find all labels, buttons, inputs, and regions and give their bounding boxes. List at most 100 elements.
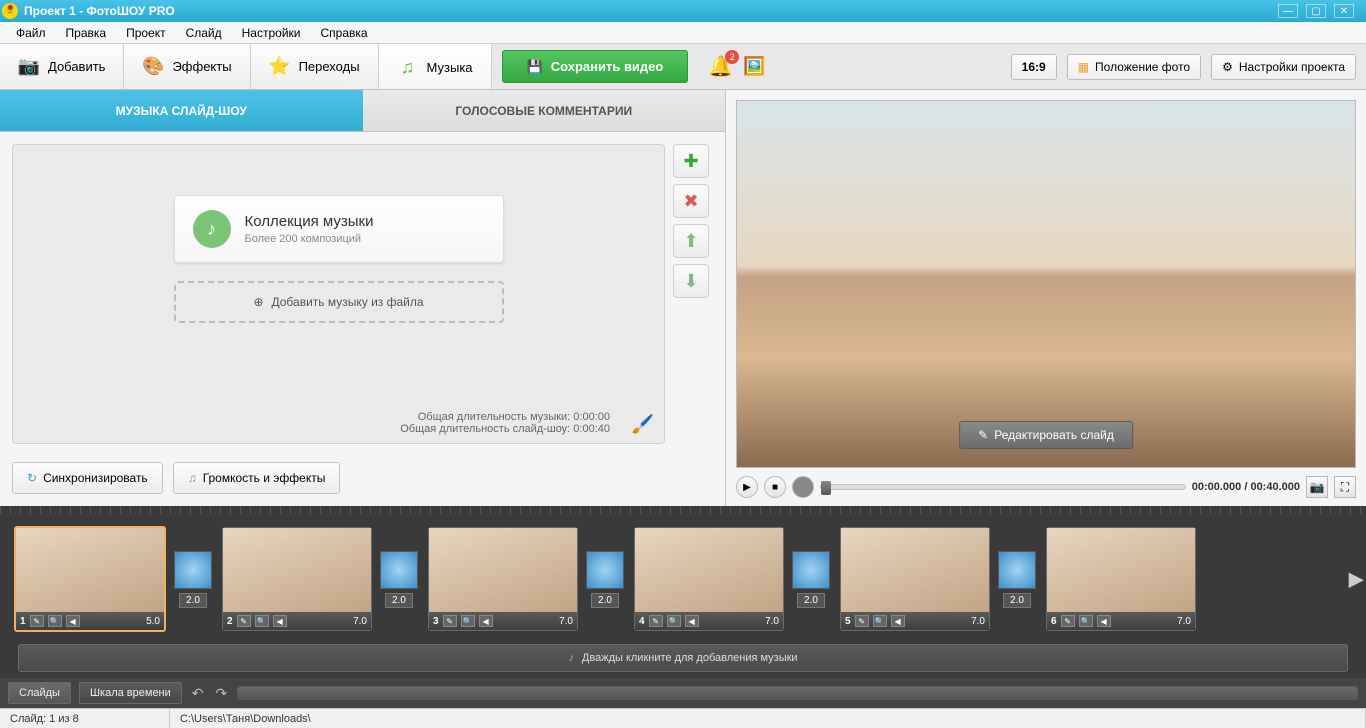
project-settings-button[interactable]: ⚙ Настройки проекта: [1211, 54, 1356, 80]
transition-duration: 2.0: [797, 593, 825, 608]
slide-thumb[interactable]: 5 ✎ 🔍 ◀ 7.0: [840, 527, 990, 631]
save-icon: 💾: [527, 59, 543, 75]
show-duration-value: 0:00:40: [573, 423, 610, 435]
slide-edit-icon[interactable]: ✎: [649, 615, 663, 627]
save-video-button[interactable]: 💾 Сохранить видео: [502, 50, 689, 83]
aspect-ratio-button[interactable]: 16:9: [1011, 54, 1057, 80]
play-button[interactable]: ▶: [736, 476, 758, 498]
view-timescale-button[interactable]: Шкала времени: [79, 682, 182, 704]
maximize-button[interactable]: ▢: [1306, 4, 1326, 18]
slide-sound-icon[interactable]: ◀: [891, 615, 905, 627]
slide-number: 5: [845, 616, 851, 627]
slide-sound-icon[interactable]: ◀: [1097, 615, 1111, 627]
slide-edit-icon[interactable]: ✎: [30, 615, 44, 627]
tab-music[interactable]: ♫ Музыка: [379, 44, 492, 89]
slide-edit-icon[interactable]: ✎: [1061, 615, 1075, 627]
collection-subtitle: Более 200 композиций: [245, 233, 374, 245]
slide-zoom-icon[interactable]: 🔍: [48, 615, 62, 627]
add-music-from-file-button[interactable]: ⊕ Добавить музыку из файла: [174, 281, 504, 323]
menu-help[interactable]: Справка: [312, 24, 375, 42]
slide-item: 5 ✎ 🔍 ◀ 7.0 2.0: [840, 527, 1036, 631]
remove-track-button[interactable]: ✖: [673, 184, 709, 218]
volume-icon: ♫: [188, 471, 197, 485]
transition-thumb[interactable]: 2.0: [998, 551, 1036, 608]
undo-button[interactable]: ↶: [190, 685, 206, 702]
volume-effects-button[interactable]: ♫Громкость и эффекты: [173, 462, 341, 494]
view-slides-label: Слайды: [19, 687, 60, 699]
transition-thumb[interactable]: 2.0: [174, 551, 212, 608]
menu-project[interactable]: Проект: [118, 24, 174, 42]
tab-music-label: Музыка: [427, 60, 473, 75]
move-track-up-button[interactable]: ⬆: [673, 224, 709, 258]
sync-button[interactable]: ↻Синхронизировать: [12, 462, 163, 494]
slide-thumb[interactable]: 3 ✎ 🔍 ◀ 7.0: [428, 527, 578, 631]
slide-zoom-icon[interactable]: 🔍: [1079, 615, 1093, 627]
redo-button[interactable]: ↷: [214, 685, 230, 702]
slide-edit-icon[interactable]: ✎: [443, 615, 457, 627]
slide-image: [429, 528, 577, 612]
position-icon: ▦: [1078, 60, 1089, 74]
edit-slide-button[interactable]: ✎ Редактировать слайд: [959, 421, 1133, 449]
subtab-voice-label: ГОЛОСОВЫЕ КОММЕНТАРИИ: [455, 104, 632, 118]
plus-icon: ⊕: [253, 295, 263, 309]
slide-sound-icon[interactable]: ◀: [66, 615, 80, 627]
slide-sound-icon[interactable]: ◀: [479, 615, 493, 627]
subtab-voice-comments[interactable]: ГОЛОСОВЫЕ КОММЕНТАРИИ: [363, 90, 726, 132]
transition-thumb[interactable]: 2.0: [380, 551, 418, 608]
slide-zoom-icon[interactable]: 🔍: [255, 615, 269, 627]
transition-thumb[interactable]: 2.0: [586, 551, 624, 608]
close-button[interactable]: ✕: [1334, 4, 1354, 18]
slide-duration: 7.0: [1177, 616, 1191, 627]
palette-icon: 🎨: [142, 56, 164, 78]
music-track-placeholder[interactable]: ♪ Дважды кликните для добавления музыки: [18, 644, 1348, 672]
timeline-scrollbar[interactable]: [237, 686, 1358, 700]
music-duration-label: Общая длительность музыки:: [418, 411, 574, 423]
tab-transitions[interactable]: ⭐ Переходы: [251, 44, 379, 89]
playback-thumb[interactable]: [821, 481, 831, 495]
slide-thumb[interactable]: 1 ✎ 🔍 ◀ 5.0: [14, 526, 166, 632]
slide-image: [1047, 528, 1195, 612]
add-track-button[interactable]: ✚: [673, 144, 709, 178]
music-track-icon: ♪: [568, 652, 574, 664]
timeline-next-arrow[interactable]: ▶: [1349, 567, 1364, 592]
transition-duration: 2.0: [1003, 593, 1031, 608]
fullscreen-button[interactable]: ⛶: [1334, 476, 1356, 498]
stop-button[interactable]: ■: [764, 476, 786, 498]
pencil-icon: ✎: [978, 428, 988, 442]
slide-edit-icon[interactable]: ✎: [855, 615, 869, 627]
menu-slide[interactable]: Слайд: [178, 24, 230, 42]
tab-add[interactable]: 📷 Добавить: [0, 44, 124, 89]
notifications-button[interactable]: 🔔 2: [708, 54, 733, 79]
slide-sound-icon[interactable]: ◀: [685, 615, 699, 627]
slide-zoom-icon[interactable]: 🔍: [667, 615, 681, 627]
brush-icon[interactable]: 🖌️: [632, 414, 654, 435]
slide-zoom-icon[interactable]: 🔍: [873, 615, 887, 627]
move-track-down-button[interactable]: ⬇: [673, 264, 709, 298]
view-slides-button[interactable]: Слайды: [8, 682, 71, 704]
slide-thumb[interactable]: 4 ✎ 🔍 ◀ 7.0: [634, 527, 784, 631]
playback-track[interactable]: [820, 484, 1186, 490]
transition-thumb[interactable]: 2.0: [792, 551, 830, 608]
music-collection-card[interactable]: ♪ Коллекция музыки Более 200 композиций: [174, 195, 504, 263]
gallery-icon[interactable]: 🖼️: [743, 56, 765, 77]
slide-image: [16, 528, 164, 612]
menu-settings[interactable]: Настройки: [234, 24, 309, 42]
photo-position-button[interactable]: ▦ Положение фото: [1067, 54, 1201, 80]
timeline-ruler: [0, 506, 1366, 514]
slide-sound-icon[interactable]: ◀: [273, 615, 287, 627]
slide-item: 6 ✎ 🔍 ◀ 7.0: [1046, 527, 1196, 631]
slide-thumb[interactable]: 6 ✎ 🔍 ◀ 7.0: [1046, 527, 1196, 631]
snapshot-button[interactable]: 📷: [1306, 476, 1328, 498]
timeline: 1 ✎ 🔍 ◀ 5.0 2.0 2 ✎ 🔍 ◀ 7.0 2.0 3 ✎ 🔍 ◀ …: [0, 506, 1366, 708]
collection-title: Коллекция музыки: [245, 213, 374, 230]
subtab-slideshow-music[interactable]: МУЗЫКА СЛАЙД-ШОУ: [0, 90, 363, 132]
position-marker: [792, 476, 814, 498]
app-icon: [2, 3, 18, 19]
slide-zoom-icon[interactable]: 🔍: [461, 615, 475, 627]
tab-effects[interactable]: 🎨 Эффекты: [124, 44, 250, 89]
menu-file[interactable]: Файл: [8, 24, 54, 42]
minimize-button[interactable]: —: [1278, 4, 1298, 18]
slide-edit-icon[interactable]: ✎: [237, 615, 251, 627]
menu-edit[interactable]: Правка: [58, 24, 115, 42]
slide-thumb[interactable]: 2 ✎ 🔍 ◀ 7.0: [222, 527, 372, 631]
